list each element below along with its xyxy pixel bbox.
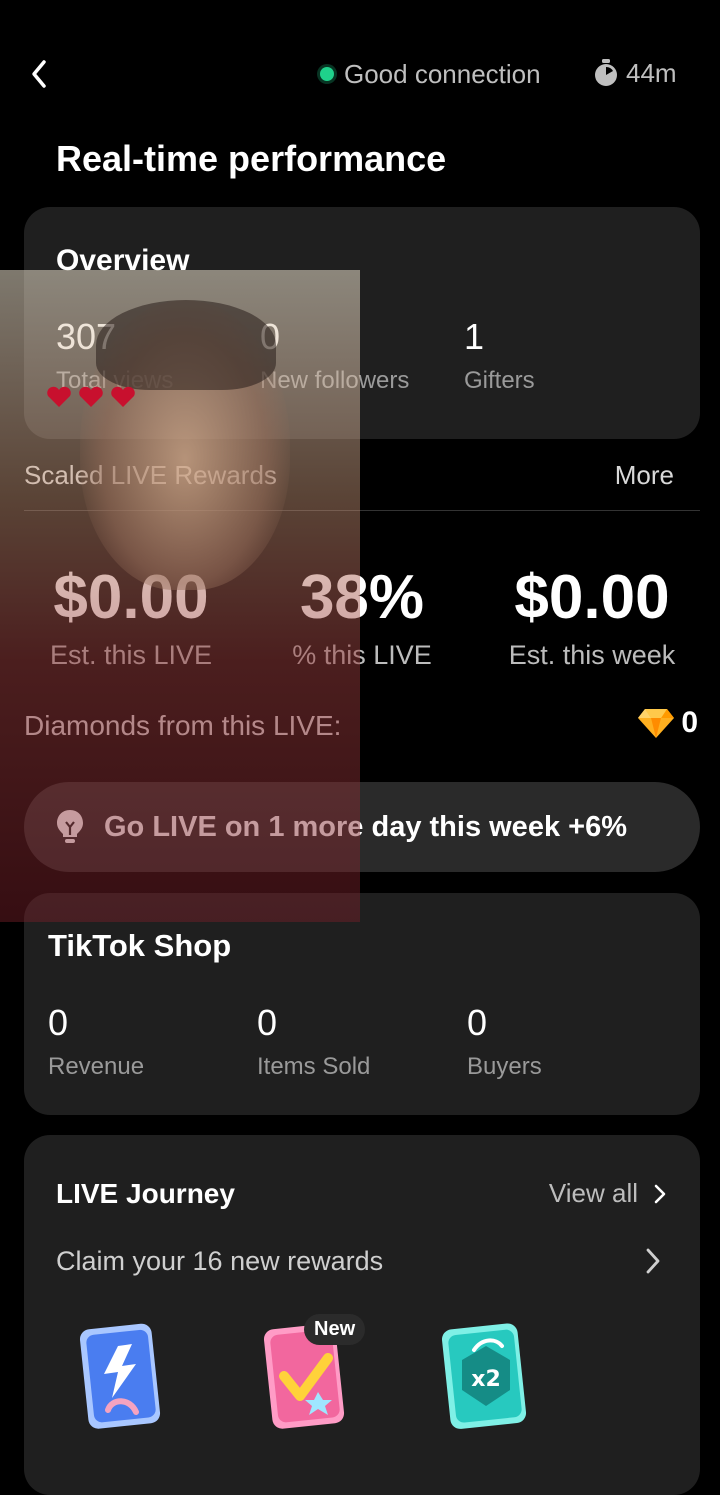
chevron-left-icon (32, 60, 46, 88)
est-week-value: $0.00 (514, 563, 670, 632)
journey-title: LIVE Journey (56, 1178, 235, 1209)
diamonds-count: 0 (637, 706, 698, 740)
stopwatch-icon (595, 59, 617, 86)
connection-label: Good connection (344, 58, 541, 89)
items-sold-value: 0 (257, 1002, 278, 1043)
view-all-link[interactable]: View all (549, 1178, 668, 1209)
est-live-value: $0.00 (53, 563, 209, 632)
overview-title: Overview (56, 244, 190, 277)
diamond-icon (638, 709, 675, 738)
revenue-value: 0 (48, 1002, 69, 1043)
tip-text: Go LIVE on 1 more day this week +6% (104, 810, 627, 843)
est-live-label: Est. this LIVE (49, 640, 213, 670)
lightbulb-icon (57, 810, 83, 843)
chevron-right-icon (654, 1184, 666, 1203)
connection-dot-icon (320, 67, 334, 81)
claim-rewards-arrow[interactable] (644, 1246, 662, 1281)
gifters-label: Gifters (464, 367, 535, 394)
divider (24, 510, 700, 511)
new-followers-value: 0 (260, 316, 281, 357)
connection-status: Good connection (320, 58, 541, 90)
items-sold-label: Items Sold (257, 1053, 371, 1080)
diamonds-label: Diamonds from this LIVE: (24, 710, 342, 741)
timer-label: 44m (626, 57, 677, 88)
view-all-label: View all (548, 1178, 638, 1208)
percent-live-value: 38% (299, 563, 425, 632)
scaled-rewards-label: Scaled LIVE Rewards (24, 460, 277, 490)
new-badge: New (304, 1314, 366, 1345)
lightning-card-icon (79, 1323, 161, 1429)
chevron-right-icon (646, 1248, 660, 1274)
page-title: Real-time performance (56, 138, 447, 179)
reward-card-x2[interactable]: x2 (440, 1320, 532, 1437)
go-live-tip[interactable]: Go LIVE on 1 more day this week +6% (24, 782, 700, 872)
shop-title: TikTok Shop (48, 928, 232, 963)
buyers-label: Buyers (467, 1053, 542, 1080)
claim-rewards-label[interactable]: Claim your 16 new rewards (56, 1246, 383, 1277)
est-week-label: Est. this week (508, 640, 676, 670)
x2-boost-card-icon: x2 (441, 1323, 527, 1429)
tiktok-shop-card[interactable] (24, 893, 700, 1115)
x2-multiplier-label: x2 (471, 1367, 501, 1392)
revenue-label: Revenue (48, 1053, 145, 1080)
total-views-value: 307 (56, 316, 117, 357)
total-views-label: Total views (56, 367, 174, 394)
more-link[interactable]: More (615, 460, 674, 491)
new-followers-label: New followers (260, 367, 410, 394)
buyers-value: 0 (467, 1002, 488, 1043)
gifters-value: 1 (464, 316, 485, 357)
back-button[interactable] (26, 54, 56, 94)
overview-card (24, 207, 700, 439)
reward-card-lightning[interactable] (78, 1320, 166, 1437)
live-timer: 44m (592, 56, 677, 90)
percent-live-label: % this LIVE (292, 640, 432, 670)
diamonds-value: 0 (681, 706, 698, 739)
